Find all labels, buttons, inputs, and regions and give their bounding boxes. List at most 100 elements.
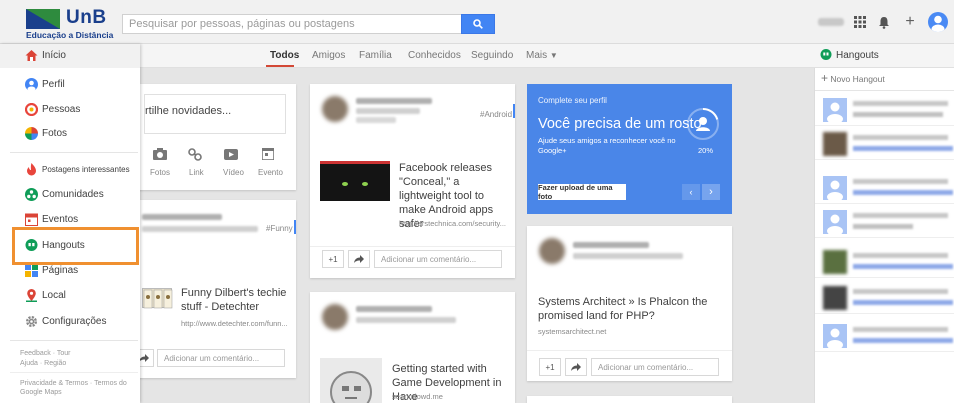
- tab-seguindo[interactable]: Seguindo: [471, 50, 513, 61]
- post-url[interactable]: http://www.detechter.com/funn...: [181, 319, 288, 328]
- maps-terms-link[interactable]: Termos do: [94, 380, 127, 387]
- hangouts-panel: + Novo Hangout: [814, 68, 954, 403]
- comment-input[interactable]: Adicionar um comentário...: [157, 349, 285, 367]
- hangout-contact[interactable]: [815, 172, 954, 204]
- search-icon: [473, 19, 483, 29]
- tab-amigos[interactable]: Amigos: [312, 50, 345, 61]
- hangout-contact[interactable]: [815, 94, 954, 126]
- dilbert-comic-thumbnail[interactable]: [142, 288, 173, 309]
- notifications-bell-icon[interactable]: [876, 14, 892, 30]
- hangout-contact[interactable]: [815, 206, 954, 238]
- share-post-button[interactable]: [565, 358, 587, 376]
- menu-item-comunidades[interactable]: Comunidades: [0, 183, 140, 207]
- upload-photo-button[interactable]: Fazer upload de uma foto: [538, 183, 626, 201]
- profile-icon: [25, 78, 38, 91]
- hangout-contact[interactable]: [815, 128, 954, 160]
- post-card-haxe: Getting started with Game Development in…: [310, 292, 515, 403]
- events-icon: [25, 213, 38, 226]
- share-link-label: Link: [189, 168, 204, 177]
- menu-item-label: Início: [42, 50, 66, 61]
- menu-item-local[interactable]: Local: [0, 284, 140, 308]
- people-icon: [25, 103, 38, 116]
- hangouts-logo-icon: [820, 49, 832, 60]
- link-icon: [188, 148, 202, 161]
- carousel-next-button[interactable]: ›: [702, 184, 720, 200]
- hangout-contact[interactable]: [815, 320, 954, 352]
- share-plus-icon[interactable]: +: [902, 13, 918, 30]
- share-event-button[interactable]: [261, 147, 275, 163]
- menu-footer-links-2: Ajuda · Região: [20, 360, 66, 367]
- haxe-thumbnail[interactable]: [320, 358, 382, 403]
- post-hashtag[interactable]: #Android: [480, 110, 512, 119]
- tab-familia[interactable]: Família: [359, 50, 392, 61]
- post-url[interactable]: http://arstechnica.com/security...: [399, 219, 506, 228]
- share-link-button[interactable]: [188, 148, 202, 164]
- post-title[interactable]: Funny Dilbert's techie stuff - Detechter: [181, 286, 291, 314]
- contact-avatar: [823, 324, 847, 350]
- menu-footer-links-1: Feedback · Tour: [20, 350, 70, 357]
- post-author-avatar[interactable]: [322, 304, 348, 330]
- post-author-avatar[interactable]: [322, 96, 348, 122]
- chevron-down-icon: ▼: [549, 51, 558, 60]
- profile-card-text: Ajude seus amigos a reconhecer você no G…: [538, 136, 676, 155]
- plus-one-button[interactable]: +1: [539, 358, 561, 376]
- post-url[interactable]: seanodowd.me: [392, 392, 443, 401]
- menu-item-fotos[interactable]: Fotos: [0, 122, 140, 146]
- menu-item-label: Eventos: [42, 214, 79, 225]
- conceal-video-thumbnail[interactable]: [320, 161, 390, 201]
- menu-item-label: Comunidades: [42, 189, 104, 200]
- post-url[interactable]: systemsarchitect.net: [538, 327, 606, 336]
- avatar[interactable]: [928, 12, 948, 32]
- menu-item-label: Perfil: [42, 79, 65, 90]
- menu-item-postagens-interessantes[interactable]: Postagens interessantes: [0, 158, 140, 182]
- menu-item-pessoas[interactable]: Pessoas: [0, 98, 140, 122]
- carousel-prev-button[interactable]: ‹: [682, 184, 700, 200]
- apps-grid-icon[interactable]: [852, 14, 868, 30]
- hangout-contact[interactable]: [815, 282, 954, 314]
- tour-link[interactable]: Tour: [57, 350, 71, 357]
- tab-mais[interactable]: Mais ▼: [526, 50, 558, 61]
- profile-progress-percent: 20%: [698, 146, 714, 155]
- video-icon: [224, 149, 238, 160]
- share-arrow-icon: [354, 255, 364, 263]
- chevron-right-icon: ›: [709, 186, 713, 198]
- menu-item-inicio[interactable]: Início: [0, 44, 140, 68]
- chevron-left-icon: ‹: [689, 187, 693, 197]
- contact-avatar: [823, 210, 847, 236]
- local-icon: [26, 289, 37, 302]
- hangout-contact[interactable]: [815, 246, 954, 278]
- help-link[interactable]: Ajuda: [20, 360, 38, 367]
- tab-conhecidos[interactable]: Conhecidos: [408, 50, 461, 61]
- menu-item-label: Pessoas: [42, 104, 81, 115]
- comment-input[interactable]: Adicionar um comentário...: [374, 250, 502, 268]
- menu-item-perfil[interactable]: Perfil: [0, 73, 140, 97]
- tab-todos[interactable]: Todos: [270, 50, 299, 61]
- search-input[interactable]: Pesquisar por pessoas, páginas ou postag…: [122, 14, 462, 34]
- main-navigation-menu: Início Perfil Pessoas Fotos Postagens in…: [0, 44, 140, 403]
- search-button[interactable]: [461, 14, 495, 34]
- post-hashtag[interactable]: #Funny: [266, 224, 293, 233]
- post-card-dilbert: #Funny Funny Dilbert's techie stuff - De…: [130, 200, 296, 378]
- post-card-partial: [527, 396, 732, 403]
- pages-icon: [25, 264, 38, 277]
- post-author-avatar[interactable]: [539, 238, 565, 264]
- new-hangout-button[interactable]: + Novo Hangout: [821, 71, 885, 85]
- share-post-button[interactable]: [348, 250, 370, 268]
- user-name-blurred[interactable]: [818, 18, 844, 26]
- maps-link[interactable]: Google Maps: [20, 389, 62, 396]
- share-video-button[interactable]: [224, 149, 238, 163]
- post-title[interactable]: Systems Architect » Is Phalcon the promi…: [538, 295, 726, 323]
- menu-item-configuracoes[interactable]: Configurações: [0, 310, 140, 334]
- unb-logo[interactable]: UnB Educação a Distância: [26, 7, 126, 40]
- share-arrow-icon: [139, 354, 149, 362]
- share-photo-button[interactable]: [150, 148, 170, 163]
- new-hangout-label: Novo Hangout: [830, 74, 885, 84]
- comment-input[interactable]: Adicionar um comentário...: [591, 358, 719, 376]
- share-text-field[interactable]: rtilhe novidades...: [144, 94, 286, 134]
- region-link[interactable]: Região: [44, 360, 66, 367]
- share-video-label: Vídeo: [223, 168, 244, 177]
- privacy-terms-link[interactable]: Privacidade & Termos: [20, 380, 88, 387]
- menu-item-label: Fotos: [42, 128, 68, 139]
- feedback-link[interactable]: Feedback: [20, 350, 51, 357]
- plus-one-button[interactable]: +1: [322, 250, 344, 268]
